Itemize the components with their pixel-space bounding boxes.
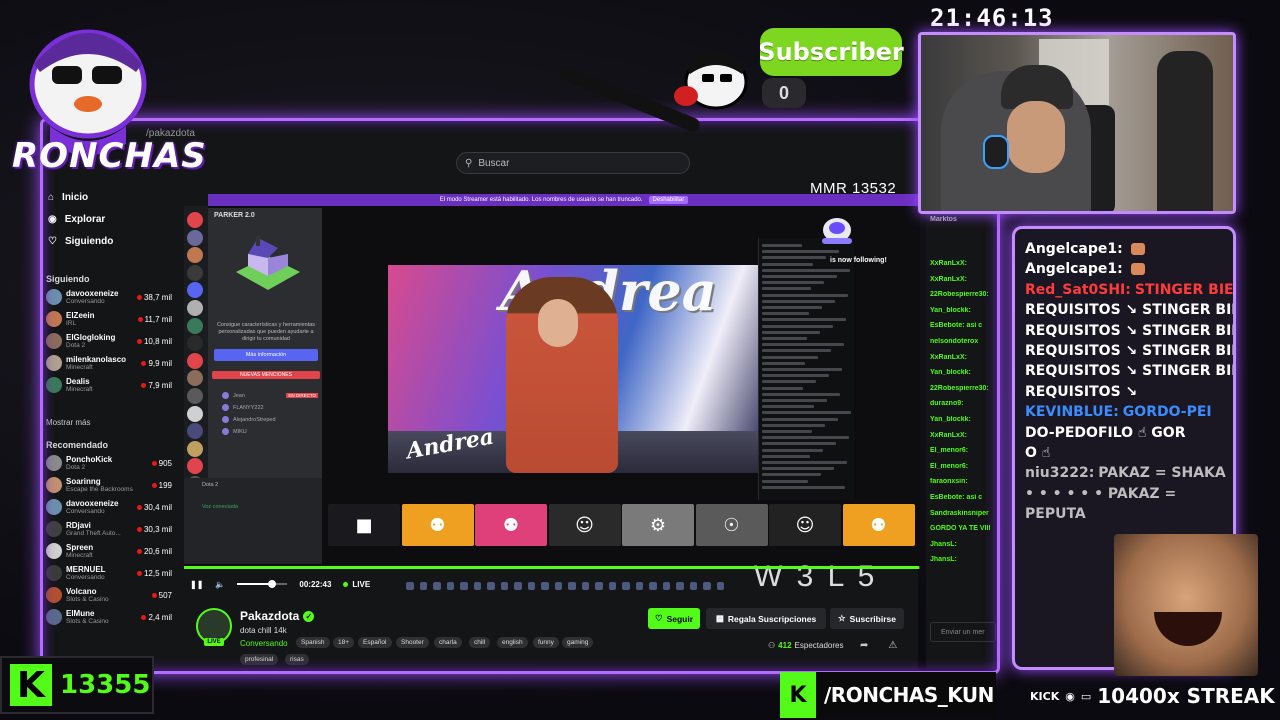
- neon-frame: [40, 118, 1000, 674]
- cam-face: [1007, 101, 1065, 173]
- overlay-chat-message: REQUISITOS ↘ STINGER BIE: [1025, 361, 1233, 381]
- overlay-chat-message: REQUISITOS ↘ STINGER BIE: [1025, 321, 1233, 341]
- overlay-chat-text: STINGER BIENV: [1134, 281, 1234, 298]
- overlay-chat-message: REQUISITOS ↘: [1025, 382, 1223, 402]
- overlay-chat-text: REQUISITOS ↘ STINGER BIE: [1025, 363, 1236, 380]
- overlay-chat-text: REQUISITOS ↘ STINGER BIE: [1025, 343, 1236, 360]
- overlay-chat-message: • • • • • • PAKAZ =: [1025, 484, 1223, 504]
- channel-logo-text: RONCHAS: [12, 136, 207, 176]
- overlay-chat-message: REQUISITOS ↘ STINGER BIE: [1025, 300, 1233, 320]
- overlay-chat-text: • • • • • • PAKAZ =: [1025, 485, 1177, 502]
- overlay-chat-message: REQUISITOS ↘ STINGER BIE: [1025, 341, 1233, 361]
- overlay-chat-message: niu3222: PAKAZ = SHAKA: [1025, 463, 1226, 483]
- overlay-chat-user: Red_Sat0SHI:: [1025, 281, 1131, 298]
- emote-icon: [1130, 263, 1145, 276]
- channel-handle-text: /RONCHAS_KUN: [816, 672, 996, 718]
- overlay-chat-text: O ☝: [1025, 445, 1051, 462]
- kick-logo-icon: K: [10, 664, 52, 706]
- emote-icon: [1130, 243, 1145, 255]
- subscriber-count: 0: [762, 78, 806, 108]
- headset-icon: [983, 135, 1009, 169]
- cam-background-person: [1157, 51, 1213, 211]
- overlay-chat-user: niu3222:: [1025, 465, 1095, 482]
- kick-logo-small-icon: K: [780, 672, 816, 718]
- kick-follower-number: 13355: [60, 670, 151, 700]
- overlay-chat-text: REQUISITOS ↘: [1025, 383, 1138, 400]
- overlay-chat-message: Angelcape1:: [1025, 259, 1223, 279]
- overlay-chat-text: REQUISITOS ↘ STINGER BIE: [1025, 322, 1236, 339]
- clock: 21:46:13: [930, 4, 1054, 32]
- subscriber-goal-label: Subscriber: [758, 28, 904, 76]
- kick-follower-counter: K 13355: [0, 656, 154, 714]
- discord-icon: ◉: [1065, 689, 1075, 703]
- overlay-chat-user: KEVINBLUE:: [1025, 404, 1119, 421]
- streak-banner: KICK ◉ ▭ 10400x STREAK: [1030, 682, 1276, 710]
- overlay-chat-message: DO-PEDOFILO ☝ GOR: [1025, 423, 1223, 443]
- overlay-chat-message: Red_Sat0SHI:STINGER BIENV: [1025, 280, 1233, 300]
- twitch-icon: ▭: [1080, 689, 1092, 703]
- overlay-chat-user: Angelcape1:: [1025, 241, 1123, 257]
- subscriber-mascot: [674, 52, 748, 110]
- streak-text: 10400x STREAK: [1097, 684, 1275, 708]
- overlay-chat-text: REQUISITOS ↘ STINGER BIE: [1025, 302, 1236, 319]
- overlay-chat-text: GORDO-PEI: [1122, 404, 1212, 421]
- overlay-chat-message: PEPUTA: [1025, 504, 1223, 524]
- overlay-chat-user: Angelcape1:: [1025, 261, 1123, 278]
- overlay-chat-message: Angelcape1:: [1025, 239, 1223, 259]
- meme-mouth: [1154, 612, 1222, 646]
- overlay-chat-message: O ☝: [1025, 443, 1223, 463]
- webcam-feed: [918, 32, 1236, 214]
- overlay-chat-text: PEPUTA: [1025, 506, 1086, 523]
- overlay-chat-text: PAKAZ = SHAKA: [1098, 465, 1226, 482]
- overlay-chat-text: DO-PEDOFILO ☝ GOR: [1025, 424, 1186, 441]
- overlay-chat-message: KEVINBLUE: GORDO-PEI: [1025, 402, 1223, 422]
- channel-handle: K /RONCHAS_KUN: [780, 672, 996, 718]
- meme-face-image: [1114, 534, 1258, 676]
- streak-platform: KICK: [1030, 689, 1060, 703]
